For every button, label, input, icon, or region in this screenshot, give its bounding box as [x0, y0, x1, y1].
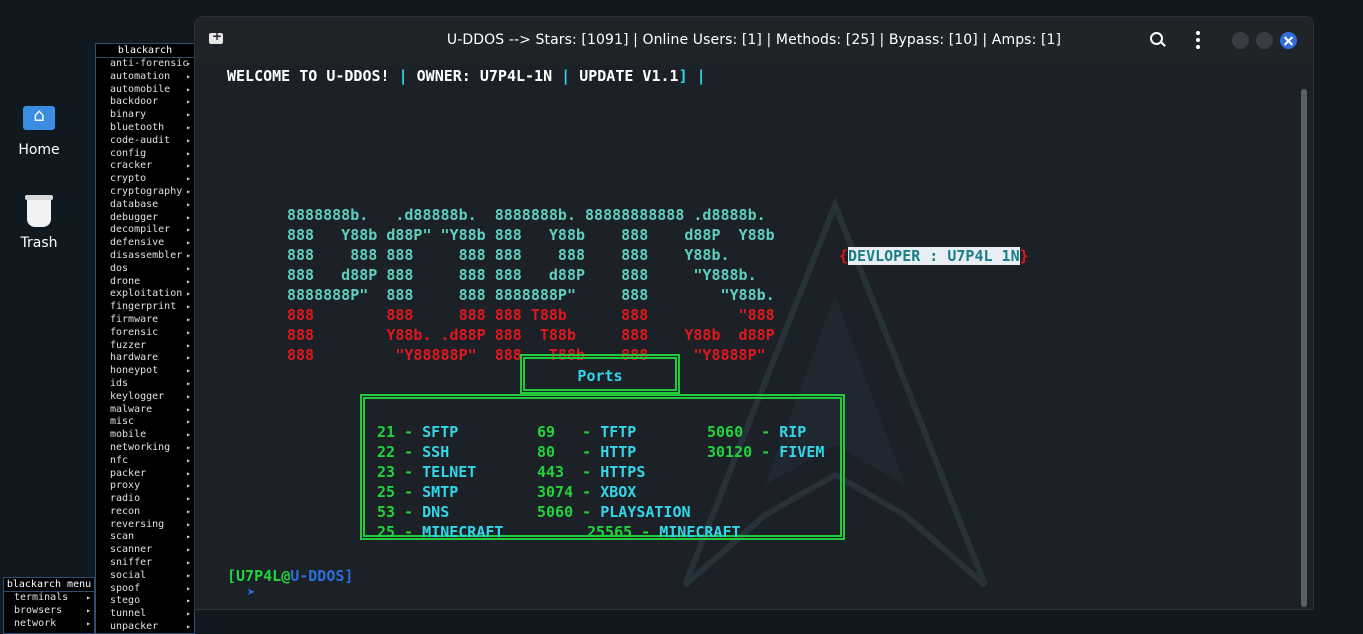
port-entry: 5060 - PLAYSATION [537, 503, 691, 521]
menu-item[interactable]: ids [96, 378, 194, 391]
menu-item[interactable]: cryptography [96, 186, 194, 199]
menu-item[interactable]: sniffer [96, 557, 194, 570]
menu-kebab-icon[interactable] [1195, 31, 1201, 49]
port-entry: 25565 - MINECRAFT [587, 523, 741, 541]
port-entry: 25 - MINECRAFT [377, 523, 504, 541]
scrollbar[interactable] [1301, 89, 1307, 607]
terminal-body[interactable]: WELCOME TO U-DDOS! | OWNER: U7P4L-1N | U… [195, 65, 1313, 609]
menu-item[interactable]: exploitation [96, 288, 194, 301]
ports-title: Ports [577, 367, 623, 385]
menu-item[interactable]: unpacker [96, 621, 194, 634]
menu-item[interactable]: bluetooth [96, 122, 194, 135]
menu-item[interactable]: stego [96, 595, 194, 608]
menu-item[interactable]: radio [96, 493, 194, 506]
ascii-line: 888 d88P 888 888 888 d88P 888 "Y888b. [287, 266, 757, 284]
menu-item[interactable]: disassembler [96, 250, 194, 263]
menu-item[interactable]: mobile [96, 429, 194, 442]
desktop-icon-label: Trash [20, 235, 58, 251]
menu-item[interactable]: tunnel [96, 608, 194, 621]
menu-item[interactable]: backdoor [96, 96, 194, 109]
terminal-window: U-DDOS --> Stars: [1091] | Online Users:… [195, 17, 1313, 609]
blackarch-category-menu: blackarch anti-forensicautomationautomob… [95, 43, 195, 634]
maximize-button[interactable] [1256, 32, 1273, 49]
prompt-arrow-icon: ➤ [247, 585, 256, 601]
ascii-line: 888 Y88b. .d88P 888 T88b 888 Y88b d88P [287, 326, 775, 344]
port-entry: 80 - HTTP [537, 443, 637, 461]
menu-item[interactable]: scanner [96, 544, 194, 557]
port-entry: 21 - SFTP [377, 423, 459, 441]
title-bar: U-DDOS --> Stars: [1091] | Online Users:… [195, 17, 1313, 65]
menu-item[interactable]: anti-forensic [96, 58, 194, 71]
desktop-icon-label: Home [18, 142, 60, 158]
menu-item[interactable]: network [4, 618, 94, 631]
welcome-line: WELCOME TO U-DDOS! | OWNER: U7P4L-1N | U… [227, 67, 706, 85]
desktop-icon-trash[interactable]: Trash [4, 193, 74, 251]
port-entry: 443 - HTTPS [537, 463, 646, 481]
menu-item[interactable]: packer [96, 468, 194, 481]
menu-title: blackarch menu [4, 578, 94, 592]
menu-item[interactable]: dos [96, 263, 194, 276]
port-entry: 30120 - FIVEM [707, 443, 825, 461]
menu-item[interactable]: terminals [4, 592, 94, 605]
port-entry: 23 - TELNET [377, 463, 477, 481]
menu-item[interactable]: drone [96, 276, 194, 289]
port-entry: 5060 - RIP [707, 423, 807, 441]
menu-item[interactable]: networking [96, 442, 194, 455]
menu-item[interactable]: recon [96, 506, 194, 519]
port-entry: 3074 - XBOX [537, 483, 637, 501]
menu-item[interactable]: honeypot [96, 365, 194, 378]
ascii-line: 8888888P" 888 888 8888888P" 888 "Y88b. [287, 286, 775, 304]
trash-icon [21, 193, 57, 229]
port-entry: 69 - TFTP [537, 423, 637, 441]
menu-title: blackarch [96, 44, 194, 58]
menu-item[interactable]: fuzzer [96, 340, 194, 353]
menu-item[interactable]: nfc [96, 455, 194, 468]
menu-item[interactable]: fingerprint [96, 301, 194, 314]
close-button[interactable] [1280, 32, 1297, 49]
menu-item[interactable]: scan [96, 531, 194, 544]
desktop-icon-home[interactable]: Home [4, 100, 74, 158]
window-title: U-DDOS --> Stars: [1091] | Online Users:… [446, 32, 1062, 48]
menu-item[interactable]: keylogger [96, 391, 194, 404]
menu-item[interactable]: firmware [96, 314, 194, 327]
developer-tag: {DEVLOPER : U7P4L 1N} [839, 247, 1029, 265]
menu-item[interactable]: automation [96, 71, 194, 84]
menu-item[interactable]: config [96, 148, 194, 161]
menu-item[interactable]: crypto [96, 173, 194, 186]
search-icon[interactable] [1150, 32, 1166, 48]
ascii-line: 8888888b. .d88888b. 8888888b. 8888888888… [287, 206, 766, 224]
home-folder-icon [21, 100, 57, 136]
menu-item[interactable]: misc [96, 416, 194, 429]
menu-item[interactable]: debugger [96, 212, 194, 225]
menu-item[interactable]: browsers [4, 605, 94, 618]
blackarch-root-menu: blackarch menu terminalsbrowsersnetwork [3, 577, 95, 634]
menu-item[interactable]: social [96, 570, 194, 583]
menu-item[interactable]: cracker [96, 160, 194, 173]
port-entry: 22 - SSH [377, 443, 450, 461]
port-entry: 53 - DNS [377, 503, 450, 521]
menu-item[interactable]: code-audit [96, 135, 194, 148]
ascii-line: 888 888 888 888 888 888 888 Y88b. [287, 246, 730, 264]
menu-item[interactable]: hardware [96, 352, 194, 365]
menu-item[interactable]: binary [96, 109, 194, 122]
shell-prompt: [U7P4L@U-DDOS] [227, 567, 354, 585]
menu-item[interactable]: malware [96, 404, 194, 417]
menu-item[interactable]: automobile [96, 84, 194, 97]
menu-item[interactable]: defensive [96, 237, 194, 250]
menu-item[interactable]: spoof [96, 583, 194, 596]
menu-item[interactable]: reversing [96, 519, 194, 532]
port-entry: 25 - SMTP [377, 483, 459, 501]
ascii-line: 888 888 888 888 T88b 888 "888 [287, 306, 775, 324]
menu-item[interactable]: proxy [96, 480, 194, 493]
menu-item[interactable]: decompiler [96, 224, 194, 237]
menu-item[interactable]: database [96, 199, 194, 212]
minimize-button[interactable] [1232, 32, 1249, 49]
ports-header-box: Ports [520, 354, 680, 394]
ascii-line: 888 Y88b d88P" "Y88b 888 Y88b 888 d88P Y… [287, 226, 775, 244]
menu-item[interactable]: forensic [96, 327, 194, 340]
